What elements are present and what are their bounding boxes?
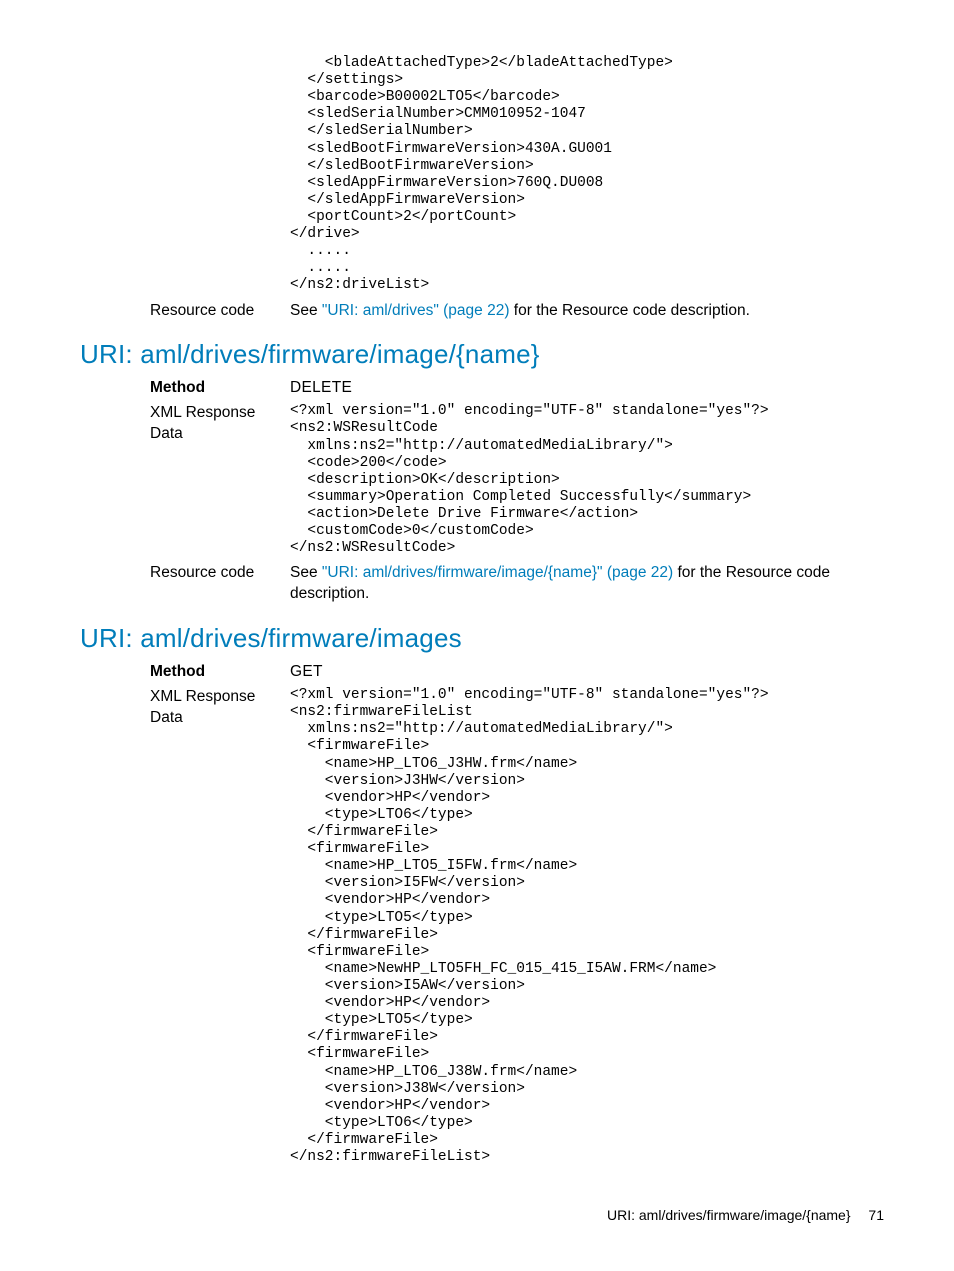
section2-method-label: Method	[80, 662, 290, 683]
s1-resource-prefix: See	[290, 564, 322, 581]
section2-xml-code: <?xml version="1.0" encoding="UTF-8" sta…	[290, 687, 884, 1166]
resource-code-row-top: Resource code See "URI: aml/drives" (pag…	[80, 301, 884, 322]
section1-method-row: Method DELETE	[80, 378, 884, 399]
section2-method-value: GET	[290, 662, 884, 683]
section1-xml-row: XML Response Data <?xml version="1.0" en…	[80, 403, 884, 557]
page-footer: URI: aml/drives/firmware/image/{name} 71	[607, 1207, 884, 1223]
footer-page-number: 71	[868, 1207, 884, 1223]
resource-link-top[interactable]: "URI: aml/drives" (page 22)	[322, 302, 510, 319]
section1-xml-code: <?xml version="1.0" encoding="UTF-8" sta…	[290, 403, 884, 557]
footer-title: URI: aml/drives/firmware/image/{name}	[607, 1207, 851, 1223]
section1-xml-label: XML Response Data	[80, 403, 290, 445]
section2-method-row: Method GET	[80, 662, 884, 683]
section1-resource-value: See "URI: aml/drives/firmware/image/{nam…	[290, 563, 884, 605]
section2-xml-row: XML Response Data <?xml version="1.0" en…	[80, 687, 884, 1166]
resource-code-value-top: See "URI: aml/drives" (page 22) for the …	[290, 301, 884, 322]
s1-resource-link[interactable]: "URI: aml/drives/firmware/image/{name}" …	[322, 564, 673, 581]
section1-resource-row: Resource code See "URI: aml/drives/firmw…	[80, 563, 884, 605]
top-code-row: <bladeAttachedType>2</bladeAttachedType>…	[80, 55, 884, 295]
section2-xml-label: XML Response Data	[80, 687, 290, 729]
resource-suffix: for the Resource code description.	[510, 302, 750, 319]
resource-prefix: See	[290, 302, 322, 319]
top-code-block: <bladeAttachedType>2</bladeAttachedType>…	[290, 55, 884, 295]
resource-code-label-top: Resource code	[80, 301, 290, 322]
section1-resource-label: Resource code	[80, 563, 290, 584]
section1-method-value: DELETE	[290, 378, 884, 399]
section2-heading: URI: aml/drives/firmware/images	[80, 623, 884, 654]
section1-method-label: Method	[80, 378, 290, 399]
section1-heading: URI: aml/drives/firmware/image/{name}	[80, 339, 884, 370]
